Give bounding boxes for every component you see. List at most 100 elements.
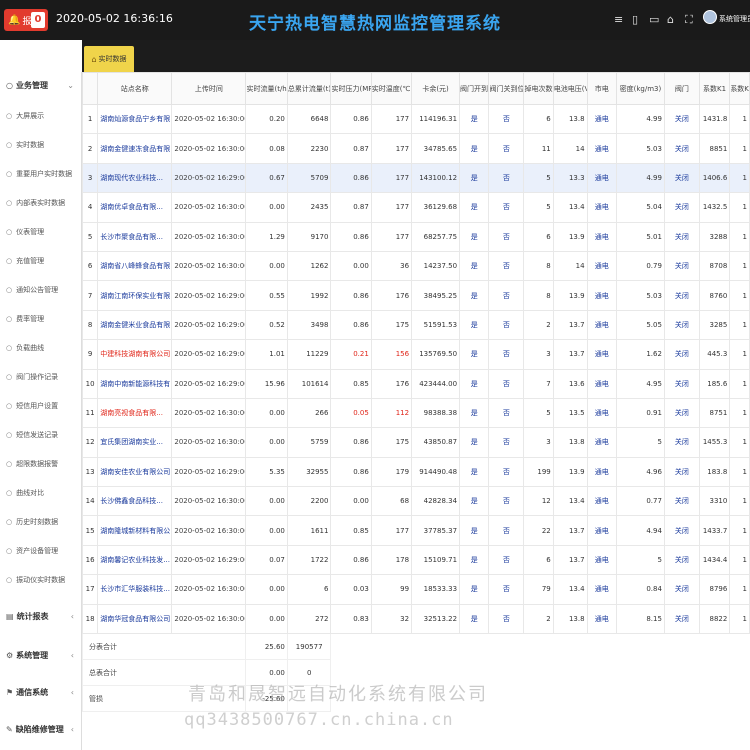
- table-row[interactable]: 2 湖南金健速冻食品有限... 2020-05-02 16:30:00 0.08 223…: [82, 133, 750, 164]
- table-row[interactable]: 13 湖南安佳农业有限公司 2020-05-02 16:29:00 5.35 32955…: [82, 456, 750, 488]
- station-name-link[interactable]: 中建科技湖南有限公司: [97, 339, 173, 370]
- sidebar-item[interactable]: ○ 超限数据报警: [6, 455, 80, 473]
- table-row[interactable]: 4 湖南优卓食品有限... 2020-05-02 16:30:00 0.00 2435 0…: [82, 192, 750, 223]
- sidebar-item[interactable]: ○ 实时数据: [6, 136, 80, 154]
- sidebar-item[interactable]: ○ 短信发送记录: [6, 426, 80, 444]
- station-name-link[interactable]: 湖南馨记农业科技发...: [97, 544, 173, 576]
- table-cell: 否: [488, 103, 525, 135]
- column-header[interactable]: 实时流量(t/h): [245, 72, 288, 105]
- chart-icon: ▤: [6, 611, 14, 621]
- station-name-link[interactable]: 湖南安佳农业有限公司: [97, 456, 173, 488]
- station-name-link[interactable]: 长沙市汇华服装科技...: [97, 574, 173, 605]
- column-header[interactable]: 系数K2: [729, 72, 750, 105]
- table-cell: 175: [370, 427, 413, 458]
- column-header[interactable]: 电池电压(V): [552, 72, 588, 105]
- sidebar-item[interactable]: ○ 振动仪实时数据: [6, 571, 80, 589]
- column-header[interactable]: 掉电次数: [523, 72, 554, 105]
- table-row[interactable]: 8 湖南金健米业食品有限... 2020-05-02 16:29:00 0.52 349…: [82, 309, 750, 341]
- fullscreen-icon[interactable]: ⛶: [685, 13, 693, 27]
- column-header[interactable]: 卡余(元): [411, 72, 461, 105]
- sidebar-item[interactable]: ○ 曲线对比: [6, 484, 80, 502]
- sidebar-item[interactable]: ○ 费率管理: [6, 310, 80, 328]
- sidebar-item[interactable]: ○ 内部表实时数据: [6, 194, 80, 212]
- station-name-link[interactable]: 长沙佛鑫食品科技...: [97, 486, 173, 517]
- table-cell: 关闭: [663, 544, 700, 576]
- monitor-icon[interactable]: ▭: [649, 13, 659, 26]
- station-name-link[interactable]: 湖南华冠食品有限公司: [97, 603, 173, 635]
- table-row[interactable]: 12 宜氏集团湖南实业... 2020-05-02 16:30:00 0.00 5759…: [82, 427, 750, 458]
- sidebar-group-system[interactable]: ⚙ 系统管理 ‹: [0, 644, 82, 666]
- column-header[interactable]: 市电: [586, 72, 617, 105]
- phone-icon[interactable]: ▯: [632, 13, 638, 26]
- sidebar-group-reports[interactable]: ▤ 统计报表 ‹: [0, 605, 82, 627]
- station-name-link[interactable]: 湖南省八峰蜂食品有限...: [97, 250, 173, 282]
- table-row[interactable]: 11 湖南亮视食品有限... 2020-05-02 16:30:00 0.00 266 0…: [82, 397, 750, 429]
- table-row[interactable]: 10 湖南中南新能源科技有... 2020-05-02 16:29:00 15.96 1…: [82, 368, 750, 399]
- table-row[interactable]: 5 长沙市聚食品有限... 2020-05-02 16:30:00 1.29 9170 0…: [82, 221, 750, 252]
- sidebar-item[interactable]: ○ 负载曲线: [6, 339, 80, 357]
- column-header[interactable]: 实时温度(℃): [370, 72, 413, 105]
- chevron-left-icon: ‹: [70, 687, 74, 697]
- column-header[interactable]: 阀门开到位: [459, 72, 490, 105]
- column-header[interactable]: 站点名称: [97, 72, 173, 105]
- tab-realtime-data[interactable]: ⌂ 实时数据: [84, 46, 134, 72]
- table-cell: 51591.53: [411, 309, 461, 341]
- home-icon[interactable]: ⌂: [667, 13, 674, 26]
- sidebar-item[interactable]: ○ 历史时刻数据: [6, 513, 80, 531]
- table-row[interactable]: 9 中建科技湖南有限公司 2020-05-02 16:29:00 1.01 11229 0…: [82, 339, 750, 370]
- station-name-link[interactable]: 湖南优卓食品有限...: [97, 192, 173, 223]
- table-row[interactable]: 1 湖南灿源食品宁乡有限... 2020-05-02 16:30:00 0.20 664…: [82, 103, 750, 135]
- menu-icon[interactable]: ≡: [614, 13, 623, 26]
- table-cell: 13.5: [552, 397, 588, 429]
- table-row[interactable]: 16 湖南馨记农业科技发... 2020-05-02 16:29:00 0.07 172…: [82, 544, 750, 576]
- table-cell: 6: [286, 574, 332, 605]
- column-header[interactable]: [82, 72, 99, 105]
- table-row[interactable]: 17 长沙市汇华服装科技... 2020-05-02 16:30:00 0.00 6 0.…: [82, 574, 750, 605]
- column-header[interactable]: 阀门关到位: [488, 72, 525, 105]
- station-name-link[interactable]: 湖南金健米业食品有限...: [97, 309, 173, 341]
- sidebar-item[interactable]: ○ 重要用户实时数据: [6, 165, 80, 183]
- table-row[interactable]: 6 湖南省八峰蜂食品有限... 2020-05-02 16:30:00 0.00 126…: [82, 250, 750, 282]
- table-row[interactable]: 15 湖南隆城新材料有限公... 2020-05-02 16:30:00 0.00 16…: [82, 515, 750, 546]
- station-name-link[interactable]: 湖南金健速冻食品有限...: [97, 133, 173, 164]
- table-row[interactable]: 3 湖南现代农业科技... 2020-05-02 16:29:00 0.67 5709 0…: [82, 162, 750, 194]
- station-name-link[interactable]: 湖南江南环保实业有限...: [97, 280, 173, 311]
- header-row: 站点名称上传时间实时流量(t/h)总累计流量(t)实时压力(MPa)实时温度(℃…: [82, 72, 750, 105]
- station-name-link[interactable]: 湖南隆城新材料有限公...: [97, 515, 173, 546]
- table-cell: 5.04: [615, 192, 665, 223]
- sidebar-item[interactable]: ○ 大屏展示: [6, 107, 80, 125]
- column-header[interactable]: 密度(kg/m3): [615, 72, 665, 105]
- table-cell: 4: [82, 192, 99, 223]
- station-name-link[interactable]: 长沙市聚食品有限...: [97, 221, 173, 252]
- table-row[interactable]: 14 长沙佛鑫食品科技... 2020-05-02 16:30:00 0.00 2200…: [82, 486, 750, 517]
- table-cell: 5709: [286, 162, 332, 194]
- table-cell: 否: [488, 515, 525, 546]
- user-name[interactable]: 系统管理员: [719, 14, 750, 24]
- sidebar-group-business[interactable]: ○ 业务管理 ⌄: [0, 74, 82, 96]
- sidebar-item[interactable]: ○ 资产设备管理: [6, 542, 80, 560]
- sidebar-item[interactable]: ○ 仪表管理: [6, 223, 80, 241]
- column-header[interactable]: 系数K1: [698, 72, 731, 105]
- sidebar-item[interactable]: ○ 通知公告管理: [6, 281, 80, 299]
- column-header[interactable]: 实时压力(MPa): [330, 72, 372, 105]
- column-header[interactable]: 阀门: [663, 72, 700, 105]
- sidebar-item[interactable]: ○ 充值管理: [6, 252, 80, 270]
- sidebar-group-maintenance[interactable]: ✎ 缺陷维修管理 ‹: [0, 718, 82, 740]
- sidebar-item[interactable]: ○ 短信用户设置: [6, 397, 80, 415]
- sidebar-item[interactable]: ○ 阀门操作记录: [6, 368, 80, 386]
- station-name-link[interactable]: 湖南灿源食品宁乡有限...: [97, 103, 173, 135]
- sidebar-group-comm[interactable]: ⚑ 通信系统 ‹: [0, 681, 82, 703]
- table-cell: 0.83: [330, 603, 372, 635]
- table-cell: 1: [729, 544, 750, 576]
- column-header[interactable]: 上传时间: [171, 72, 247, 105]
- station-name-link[interactable]: 湖南现代农业科技...: [97, 162, 173, 194]
- column-header[interactable]: 总累计流量(t): [286, 72, 332, 105]
- station-name-link[interactable]: 湖南亮视食品有限...: [97, 397, 173, 429]
- network-icon: ⚑: [6, 687, 14, 697]
- table-row[interactable]: 18 湖南华冠食品有限公司 2020-05-02 16:30:00 0.00 272 0.…: [82, 603, 750, 635]
- avatar[interactable]: [703, 10, 717, 24]
- station-name-link[interactable]: 宜氏集团湖南实业...: [97, 427, 173, 458]
- table-cell: 0.79: [615, 250, 665, 282]
- table-row[interactable]: 7 湖南江南环保实业有限... 2020-05-02 16:29:00 0.55 199…: [82, 280, 750, 311]
- station-name-link[interactable]: 湖南中南新能源科技有...: [97, 368, 173, 399]
